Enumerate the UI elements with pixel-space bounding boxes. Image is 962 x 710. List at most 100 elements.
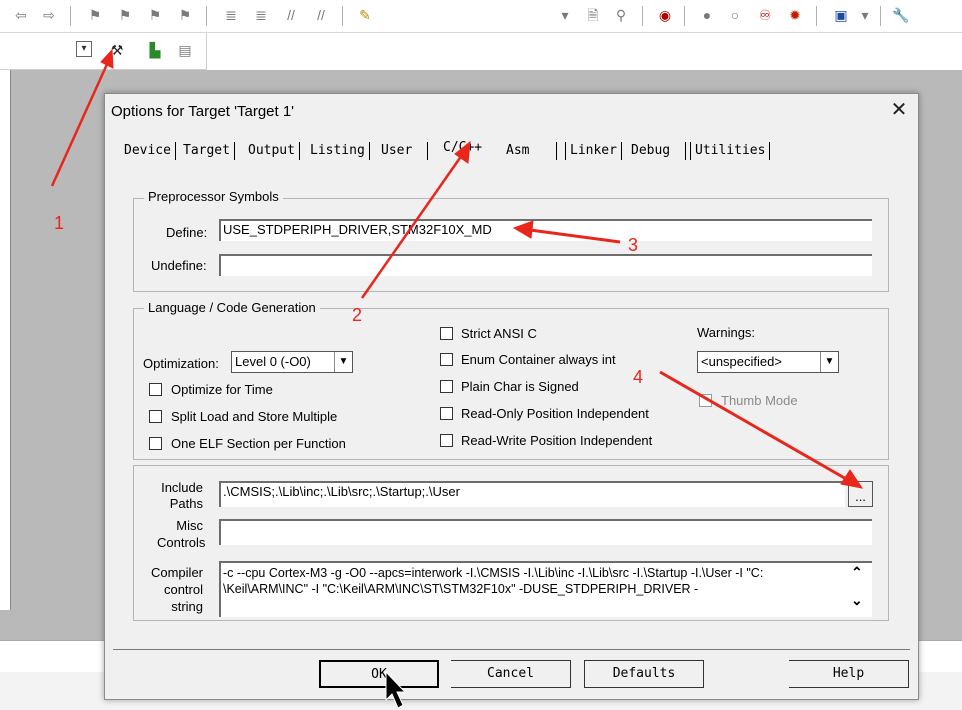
toolbar-separator (816, 6, 817, 26)
include-label: Include Paths (157, 480, 203, 512)
compiler-line-2: \Keil\ARM\INC" -I "C:\Keil\ARM\INC\ST\ST… (223, 582, 699, 596)
options-dialog: Options for Target 'Target 1' ✕ Device T… (104, 93, 919, 700)
forward-arrow-icon[interactable]: ⇨ (40, 6, 58, 24)
compiler-string-field[interactable]: -c --cpu Cortex-M3 -g -O0 --apcs=interwo… (219, 561, 872, 617)
annotation-label-3: 3 (628, 235, 639, 255)
undefine-field[interactable] (219, 254, 872, 276)
warnings-label: Warnings: (697, 325, 756, 340)
plain-char-checkbox[interactable] (440, 380, 453, 393)
project-panel (0, 70, 11, 610)
enum-container-checkbox[interactable] (440, 353, 453, 366)
scroll-down-icon[interactable]: ⌄ (851, 592, 863, 609)
misc-label: Misc Controls (157, 517, 206, 551)
breakpoint-icon[interactable]: ● (698, 6, 716, 24)
include-label-line1: Include (161, 480, 203, 495)
enum-container-label: Enum Container always int (461, 352, 616, 367)
optimize-time-label: Optimize for Time (171, 382, 273, 397)
bookmark-icon[interactable]: ⚑ (86, 6, 104, 24)
strict-ansi-checkbox[interactable] (440, 327, 453, 340)
reset-icon[interactable]: ✹ (786, 6, 804, 24)
tab-utilities[interactable]: Utilities (690, 142, 771, 160)
manage-components-icon[interactable]: ▤ (176, 41, 194, 59)
toolbar-separator (642, 6, 643, 26)
cancel-button[interactable]: Cancel (451, 660, 571, 688)
chevron-down-icon: ▼ (820, 352, 838, 372)
scroll-up-icon[interactable]: ⌃ (851, 564, 863, 581)
toolbar-separator (70, 6, 71, 26)
plain-char-label: Plain Char is Signed (461, 379, 579, 394)
define-field[interactable]: USE_STDPERIPH_DRIVER,STM32F10X_MD (219, 219, 872, 241)
dropdown-icon[interactable]: ▾ (556, 6, 574, 24)
chevron-down-icon: ▼ (334, 352, 352, 372)
rw-position-label: Read-Write Position Independent (461, 433, 653, 448)
split-load-checkbox[interactable] (149, 410, 162, 423)
optimization-select[interactable]: Level 0 (-O0) ▼ (231, 351, 353, 373)
wrench-icon[interactable]: 🔧 (892, 6, 910, 24)
toolbar-separator (684, 6, 685, 26)
optimization-label: Optimization: (143, 356, 219, 371)
tab-output[interactable]: Output (244, 142, 300, 160)
prev-bookmark-icon[interactable]: ⚑ (116, 6, 134, 24)
undefine-label: Undefine: (151, 258, 207, 273)
debug-icon[interactable]: ◉ (656, 6, 674, 24)
tab-user[interactable]: User (377, 142, 428, 160)
optimization-value: Level 0 (-O0) (235, 354, 311, 369)
tab-listing[interactable]: Listing (306, 142, 370, 160)
window-layout-icon[interactable]: ▣ (832, 6, 850, 24)
unindent-icon[interactable]: ≣ (252, 6, 270, 24)
misc-label-line1: Misc (176, 518, 203, 533)
build-toolbar: ▾ ⚒ ▙ ▤ (0, 33, 207, 70)
layout-dropdown-icon[interactable]: ▾ (856, 6, 874, 24)
preprocessor-group (133, 198, 889, 292)
comment-icon[interactable]: // (282, 6, 300, 24)
compiler-label: Compiler control string (145, 564, 203, 615)
defaults-button[interactable]: Defaults (584, 660, 704, 688)
compiler-label-line2: control (163, 582, 203, 597)
target-dropdown-icon[interactable]: ▾ (76, 41, 92, 57)
back-arrow-icon[interactable]: ⇦ (12, 6, 30, 24)
tab-c-cpp[interactable]: C/C++ (439, 139, 487, 157)
misc-controls-field[interactable] (219, 519, 872, 545)
help-button[interactable]: Help (789, 660, 909, 688)
ok-button[interactable]: OK (319, 660, 439, 688)
toolbar-separator (206, 6, 207, 26)
dialog-title: Options for Target 'Target 1' (111, 103, 295, 120)
annotation-label-2: 2 (352, 305, 363, 325)
close-icon[interactable]: ✕ (888, 99, 910, 121)
find-in-files-icon[interactable]: ✎ (356, 6, 374, 24)
toolbar-separator (342, 6, 343, 26)
strict-ansi-label: Strict ANSI C (461, 326, 537, 341)
ro-position-label: Read-Only Position Independent (461, 406, 649, 421)
tab-device[interactable]: Device (120, 142, 176, 160)
next-bookmark-icon[interactable]: ⚑ (146, 6, 164, 24)
indent-icon[interactable]: ≣ (222, 6, 240, 24)
ro-position-checkbox[interactable] (440, 407, 453, 420)
include-label-line2: Paths (169, 496, 203, 511)
include-paths-field[interactable]: .\CMSIS;.\Lib\inc;.\Lib\src;.\Startup;.\… (219, 481, 845, 507)
incremental-find-icon[interactable]: 🗎 (584, 6, 602, 24)
uncomment-icon[interactable]: // (312, 6, 330, 24)
one-elf-label: One ELF Section per Function (171, 436, 346, 451)
kill-breakpoints-icon[interactable]: ♾ (756, 6, 774, 24)
tab-linker[interactable]: Linker (565, 142, 622, 160)
tab-asm[interactable]: Asm (502, 142, 557, 160)
find-icon[interactable]: ⚲ (612, 6, 630, 24)
tab-debug[interactable]: Debug (627, 142, 686, 160)
thumb-mode-checkbox (699, 394, 712, 407)
warnings-value: <unspecified> (701, 354, 782, 369)
include-browse-button[interactable]: ... (848, 481, 873, 507)
one-elf-checkbox[interactable] (149, 437, 162, 450)
clear-bookmarks-icon[interactable]: ⚑ (176, 6, 194, 24)
misc-label-line2: Controls (157, 535, 206, 550)
rw-position-checkbox[interactable] (440, 434, 453, 447)
magic-wand-icon[interactable]: ⚒ (108, 41, 126, 59)
file-extensions-icon[interactable]: ▙ (146, 41, 164, 59)
split-load-label: Split Load and Store Multiple (171, 409, 338, 424)
language-title: Language / Code Generation (144, 300, 320, 315)
optimize-time-checkbox[interactable] (149, 383, 162, 396)
compiler-label-line3: string (171, 599, 203, 614)
button-separator (113, 649, 910, 650)
tab-target[interactable]: Target (179, 142, 235, 160)
warnings-select[interactable]: <unspecified> ▼ (697, 351, 839, 373)
disable-breakpoint-icon[interactable]: ○ (726, 6, 744, 24)
